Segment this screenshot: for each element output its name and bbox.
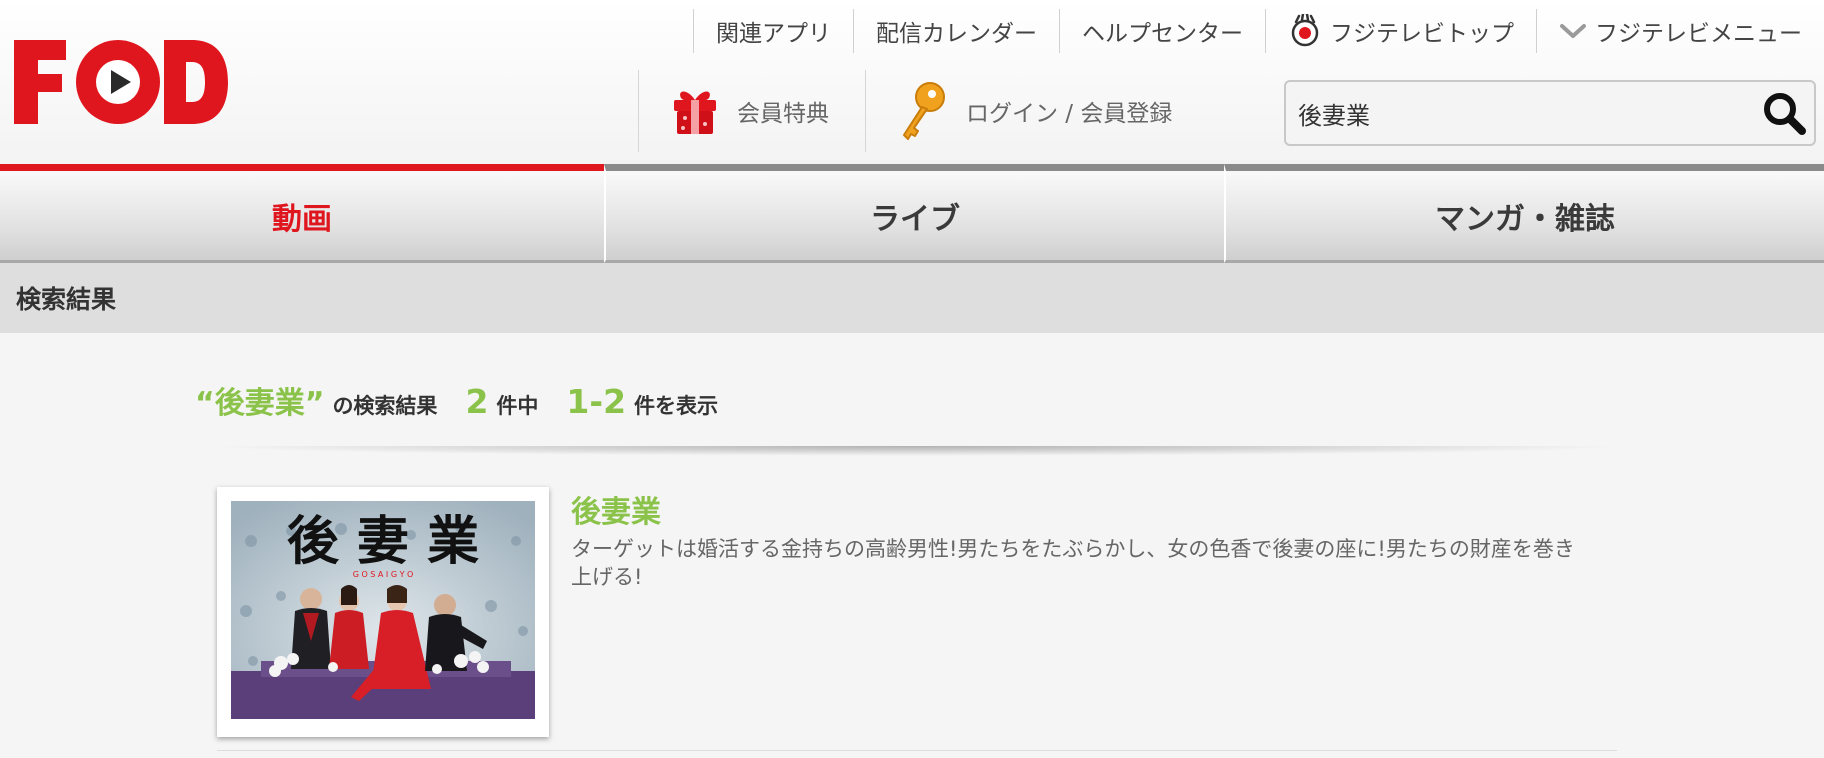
util-link-label: ヘルプセンター — [1082, 21, 1243, 47]
search-button[interactable] — [1754, 83, 1814, 143]
member-benefits-label: 会員特典 — [737, 101, 829, 127]
divider — [217, 750, 1617, 751]
results-summary: “後妻業” の検索結果 2 件中 1-2 件を表示 — [195, 378, 718, 422]
search-query-text: “後妻業” — [195, 386, 325, 421]
util-link-label: 関連アプリ — [716, 21, 831, 47]
tab-label: ライブ — [870, 201, 960, 237]
divider — [200, 446, 1630, 456]
util-link-label: フジテレビトップ — [1330, 21, 1514, 47]
gift-icon — [671, 86, 719, 136]
utility-nav: 関連アプリ 配信カレンダー ヘルプセンター フジテレビトップ フジテレビメニュー — [693, 0, 1824, 62]
tab-video[interactable]: 動画 — [0, 164, 604, 263]
thumbnail-image: 後 妻 業 G O S A I G Y O — [231, 501, 535, 719]
login-register-link[interactable]: ログイン / 会員登録 — [865, 70, 1202, 152]
util-link-label: 配信カレンダー — [876, 21, 1037, 47]
result-thumbnail[interactable]: 後 妻 業 G O S A I G Y O — [217, 487, 549, 737]
result-item[interactable]: 後 妻 業 G O S A I G Y O 後妻業 ターゲットは婚活する金持ちの… — [217, 487, 1617, 737]
chevron-down-icon — [1559, 21, 1587, 41]
site-header: 関連アプリ 配信カレンダー ヘルプセンター フジテレビトップ フジテレビメニュー… — [0, 0, 1824, 164]
section-title: 検索結果 — [16, 285, 117, 314]
login-register-label: ログイン / 会員登録 — [966, 101, 1173, 127]
util-link-calendar[interactable]: 配信カレンダー — [853, 9, 1059, 53]
util-link-related-apps[interactable]: 関連アプリ — [693, 9, 853, 53]
result-title[interactable]: 後妻業 — [571, 487, 661, 531]
results-total-count: 2 — [465, 382, 489, 421]
results-showing-label: 件を表示 — [634, 394, 719, 418]
util-link-help-center[interactable]: ヘルプセンター — [1059, 9, 1265, 53]
tab-live[interactable]: ライブ — [604, 164, 1224, 263]
util-link-label: フジテレビメニュー — [1595, 21, 1802, 47]
section-header: 検索結果 — [0, 263, 1824, 333]
member-benefits-link[interactable]: 会員特典 — [638, 70, 865, 152]
category-tabs: 動画 ライブ マンガ・雑誌 — [0, 164, 1824, 263]
fujitv-eye-icon — [1288, 14, 1322, 48]
fod-logo[interactable] — [14, 36, 229, 127]
member-nav: 会員特典 ログイン / 会員登録 — [638, 70, 1202, 152]
thumbnail-title: 後 妻 業 — [287, 511, 479, 572]
search-icon — [1764, 93, 1806, 135]
search-input[interactable] — [1286, 82, 1754, 144]
tab-label: マンガ・雑誌 — [1435, 201, 1615, 237]
key-icon — [898, 81, 948, 141]
search-box — [1284, 80, 1816, 146]
util-link-fujitv-menu[interactable]: フジテレビメニュー — [1536, 9, 1824, 53]
results-label: の検索結果 — [332, 394, 438, 418]
result-description: ターゲットは婚活する金持ちの高齢男性!男たちをたぶらかし、女の色香で後妻の座に!… — [571, 537, 1575, 589]
results-range: 1-2 — [566, 382, 627, 421]
tab-label: 動画 — [272, 201, 332, 237]
tab-manga-magazine[interactable]: マンガ・雑誌 — [1224, 164, 1824, 263]
results-of-label: 件中 — [496, 394, 539, 418]
thumbnail-subtitle: G O S A I G Y O — [353, 570, 414, 579]
util-link-fujitv-top[interactable]: フジテレビトップ — [1265, 9, 1536, 53]
